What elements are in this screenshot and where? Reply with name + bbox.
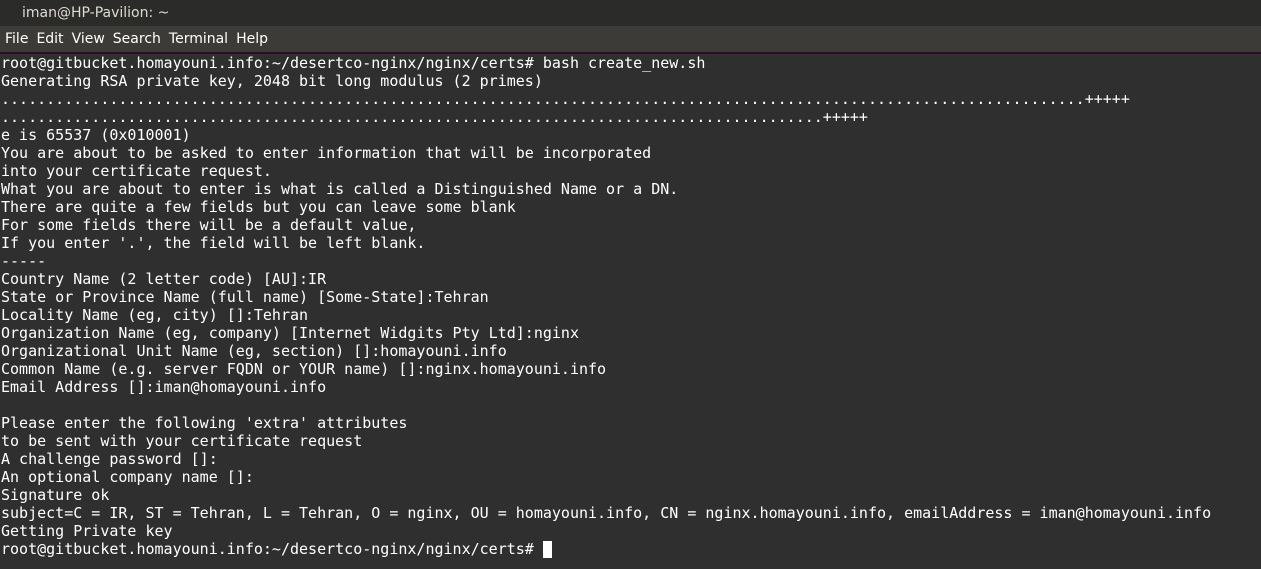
window-titlebar[interactable]: iman@HP-Pavilion: ~ <box>0 0 1261 26</box>
terminal-line: Generating RSA private key, 2048 bit lon… <box>1 72 543 90</box>
terminal-line: to be sent with your certificate request <box>1 432 363 450</box>
terminal-line: into your certificate request. <box>1 162 272 180</box>
terminal-line: Locality Name (eg, city) []:Tehran <box>1 306 309 324</box>
menu-bar: File Edit View Search Terminal Help <box>0 26 1261 52</box>
terminal-line: Please enter the following 'extra' attri… <box>1 414 408 432</box>
terminal-line: A challenge password []: <box>1 450 218 468</box>
terminal-line: e is 65537 (0x010001) <box>1 126 191 144</box>
terminal-line: ----- <box>1 252 47 270</box>
terminal-line: ........................................… <box>1 90 1130 108</box>
terminal-line: root@gitbucket.homayouni.info:~/desertco… <box>1 54 706 72</box>
terminal-line: State or Province Name (full name) [Some… <box>1 288 489 306</box>
terminal-line: An optional company name []: <box>1 468 254 486</box>
terminal-output[interactable]: root@gitbucket.homayouni.info:~/desertco… <box>0 54 1261 569</box>
menu-edit[interactable]: Edit <box>36 26 63 52</box>
terminal-line: If you enter '.', the field will be left… <box>1 234 426 252</box>
terminal-prompt-line[interactable]: root@gitbucket.homayouni.info:~/desertco… <box>1 540 1261 558</box>
terminal-line: subject=C = IR, ST = Tehran, L = Tehran,… <box>1 504 1212 522</box>
terminal-line: Common Name (e.g. server FQDN or YOUR na… <box>1 360 607 378</box>
terminal-line: Email Address []:iman@homayouni.info <box>1 378 327 396</box>
terminal-line: Getting Private key <box>1 522 173 540</box>
terminal-line: You are about to be asked to enter infor… <box>1 144 652 162</box>
terminal-line: For some fields there will be a default … <box>1 216 417 234</box>
terminal-line: ........................................… <box>1 108 868 126</box>
window-title: iman@HP-Pavilion: ~ <box>22 5 170 21</box>
terminal-line: Organization Name (eg, company) [Interne… <box>1 324 579 342</box>
menu-help[interactable]: Help <box>236 26 268 52</box>
text-cursor <box>542 540 552 558</box>
terminal-prompt: root@gitbucket.homayouni.info:~/desertco… <box>1 540 543 558</box>
menu-view[interactable]: View <box>72 26 105 52</box>
terminal-line: Country Name (2 letter code) [AU]:IR <box>1 270 327 288</box>
menu-terminal[interactable]: Terminal <box>169 26 228 52</box>
terminal-line: There are quite a few fields but you can… <box>1 198 516 216</box>
terminal-line: Signature ok <box>1 486 110 504</box>
terminal-line: Organizational Unit Name (eg, section) [… <box>1 342 507 360</box>
menu-file[interactable]: File <box>5 26 28 52</box>
menu-search[interactable]: Search <box>113 26 161 52</box>
terminal-line: What you are about to enter is what is c… <box>1 180 679 198</box>
